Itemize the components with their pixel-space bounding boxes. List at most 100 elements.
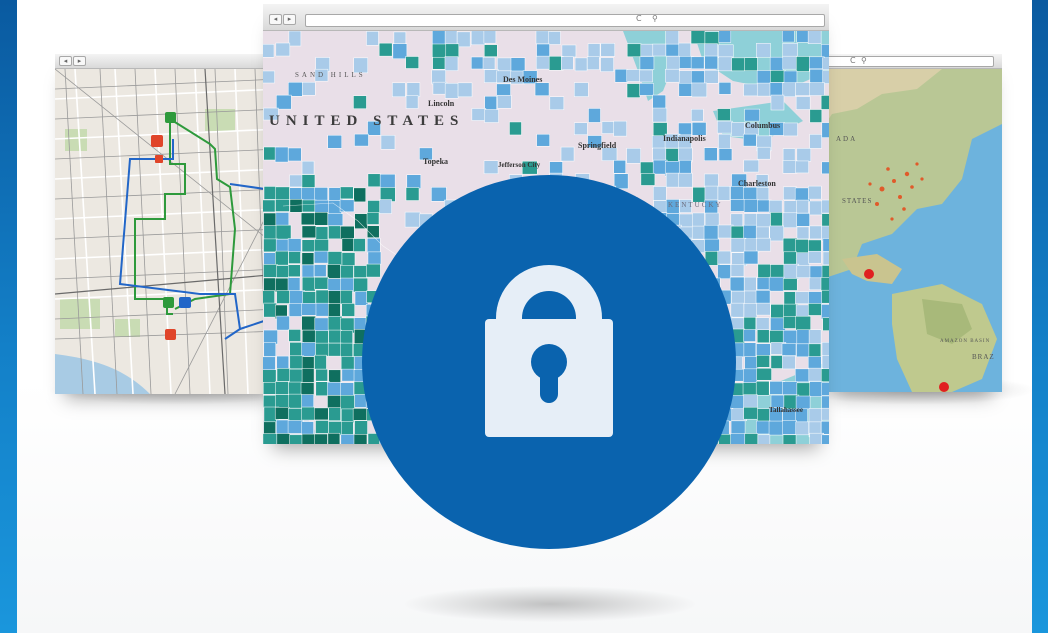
- county-cell: [432, 81, 448, 95]
- county-cell: [770, 304, 784, 320]
- county-cell: [808, 329, 822, 344]
- county-cell: [328, 329, 342, 344]
- county-cell: [770, 70, 786, 83]
- county-cell: [327, 395, 342, 410]
- county-cell: [353, 434, 368, 444]
- county-cell: [288, 147, 302, 162]
- county-cell: [301, 276, 316, 292]
- county-cell: [665, 148, 680, 162]
- back-button[interactable]: ◂: [269, 14, 282, 25]
- county-cell: [821, 382, 829, 396]
- county-cell: [366, 212, 380, 225]
- county-cell: [483, 160, 499, 174]
- search-icon[interactable]: ⚲: [861, 56, 867, 65]
- county-cell: [743, 329, 756, 342]
- county-cell: [718, 133, 731, 150]
- county-cell: [731, 122, 745, 137]
- county-cell: [795, 421, 809, 436]
- lock-badge-shadow: [405, 586, 695, 622]
- county-cell: [289, 174, 303, 188]
- county-cell: [807, 30, 822, 44]
- county-cell: [796, 265, 812, 278]
- right-browser-toolbar: C ⚲: [822, 54, 1002, 69]
- county-cell: [757, 434, 771, 444]
- county-cell: [302, 291, 316, 304]
- county-cell: [275, 250, 289, 266]
- county-cell: [289, 368, 303, 384]
- county-cell: [809, 225, 822, 240]
- map-label-brazil: BRAZ: [972, 353, 995, 361]
- county-cell: [536, 133, 550, 147]
- reload-icon[interactable]: C: [850, 56, 856, 65]
- county-cell: [560, 146, 575, 162]
- county-cell: [471, 56, 484, 70]
- county-cell: [263, 342, 277, 357]
- map-label-kentucky: KENTUCKY: [668, 201, 723, 209]
- county-cell: [301, 81, 316, 96]
- county-cell: [781, 343, 797, 356]
- county-cell: [263, 356, 276, 372]
- map-label-springfield: Springfield: [578, 141, 617, 150]
- county-cell: [313, 250, 329, 264]
- county-cell: [274, 407, 290, 420]
- world-map[interactable]: ADA STATES AMAZON BASIN BRAZ: [822, 69, 1002, 392]
- county-cell: [795, 291, 809, 304]
- county-cell: [756, 43, 771, 58]
- county-cell: [743, 133, 757, 147]
- county-cell: [796, 30, 810, 43]
- county-cell: [704, 31, 720, 45]
- county-cell: [756, 420, 771, 435]
- county-cell: [574, 122, 588, 135]
- county-cell: [471, 108, 487, 121]
- county-cell: [301, 225, 317, 239]
- county-cell: [782, 160, 798, 174]
- forward-button[interactable]: ▸: [73, 56, 86, 66]
- county-cell: [340, 186, 354, 200]
- center-address-bar[interactable]: C ⚲: [305, 14, 825, 27]
- county-cell: [821, 44, 829, 59]
- county-cell: [301, 199, 317, 213]
- padlock-icon: [485, 319, 613, 437]
- county-cell: [353, 277, 368, 293]
- county-cell: [782, 29, 795, 43]
- county-cell: [743, 250, 759, 265]
- county-cell: [692, 212, 705, 228]
- county-cell: [276, 315, 290, 331]
- county-cell: [743, 394, 758, 408]
- county-cell: [315, 368, 328, 382]
- county-cell: [691, 82, 708, 98]
- forward-button[interactable]: ▸: [283, 14, 296, 25]
- county-cell: [782, 381, 798, 395]
- county-cell: [717, 264, 731, 279]
- county-cell: [574, 82, 589, 97]
- county-cell: [367, 173, 382, 188]
- county-cell: [820, 95, 829, 110]
- county-cell: [457, 82, 473, 98]
- map-label-country: UNITED STATES: [269, 113, 465, 129]
- county-cell: [367, 200, 381, 214]
- county-cell: [432, 43, 448, 59]
- street-map[interactable]: [55, 68, 280, 394]
- search-icon[interactable]: ⚲: [652, 14, 658, 23]
- county-cell: [314, 276, 329, 290]
- county-cell: [301, 368, 315, 383]
- county-cell: [288, 393, 302, 409]
- county-cell: [770, 212, 783, 228]
- county-cell: [340, 290, 353, 305]
- county-cell: [821, 213, 829, 228]
- county-cell: [822, 57, 829, 70]
- reload-icon[interactable]: C: [636, 14, 642, 23]
- back-button[interactable]: ◂: [59, 56, 72, 66]
- county-cell: [795, 56, 810, 72]
- county-cell: [315, 420, 329, 434]
- county-cell: [263, 382, 278, 395]
- county-cell: [380, 135, 396, 150]
- county-cell: [341, 368, 356, 382]
- county-cell: [783, 186, 797, 201]
- county-cell: [704, 43, 718, 58]
- county-cell: [314, 187, 328, 202]
- county-cell: [756, 355, 770, 368]
- county-cell: [327, 316, 343, 332]
- county-cell: [263, 369, 277, 383]
- right-address-bar[interactable]: C ⚲: [822, 56, 994, 67]
